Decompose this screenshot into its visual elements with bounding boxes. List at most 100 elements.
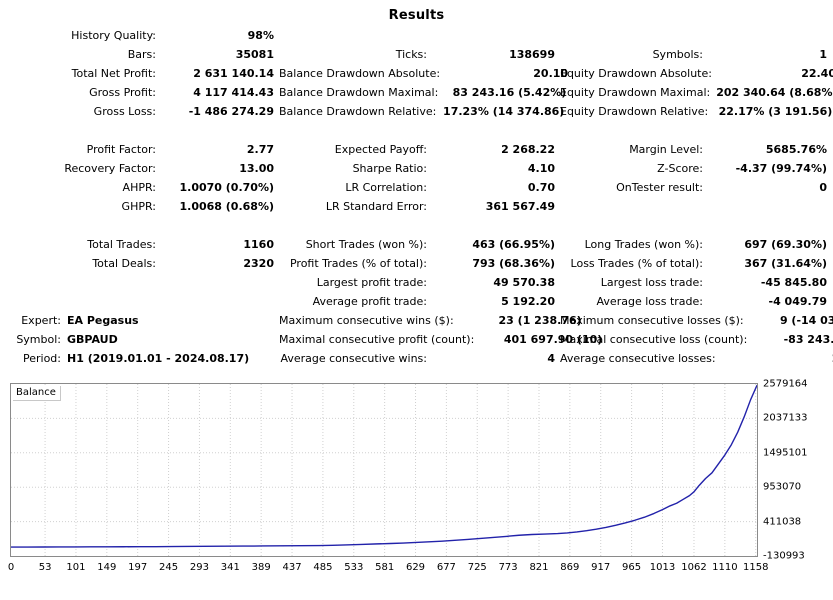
stat-cell: LR Standard Error: 361 567.49	[279, 200, 560, 213]
stat-row: Total Net Profit: 2 631 140.14 Balance D…	[0, 64, 833, 83]
stat-cell: Expected Payoff: 2 268.22	[279, 143, 560, 156]
chart-x-axis: 0 53 101 149 197 245 293 341 389 437 485 533 581 629 6…	[0, 562, 833, 578]
stat-cell: Balance Drawdown Maximal: 83 243.16 (5.4…	[279, 86, 566, 99]
stat-value: 697 (69.30%)	[744, 238, 827, 251]
stat-label: Balance Drawdown Relative:	[279, 105, 437, 118]
stat-cell: Recovery Factor: 13.00	[0, 162, 279, 175]
y-axis-tick-label: 1495101	[763, 447, 808, 459]
stat-value: 35081	[235, 48, 274, 61]
y-axis-tick-label: -130993	[763, 550, 805, 562]
stat-cell: Symbols: 1	[560, 48, 833, 61]
stat-label: Largest loss trade:	[600, 276, 703, 289]
stats-group-general: History Quality: 98% Bars: 35081 Ticks: …	[0, 26, 833, 121]
stats-group-trades: Total Trades: 1160 Short Trades (won %):…	[0, 235, 833, 311]
stat-label: Average consecutive wins:	[280, 352, 427, 365]
x-axis-tick-label: 725	[467, 562, 487, 573]
stat-label: LR Standard Error:	[325, 200, 427, 213]
stat-label: Maximum consecutive losses ($):	[560, 314, 744, 327]
stat-label: OnTester result:	[616, 181, 703, 194]
stat-value: 17.23% (14 374.86)	[443, 105, 565, 118]
stat-value: 367 (31.64%)	[744, 257, 827, 270]
stat-value: 2 631 140.14	[193, 67, 274, 80]
stat-label: Loss Trades (% of total):	[570, 257, 703, 270]
x-axis-tick-label: 197	[128, 562, 148, 573]
stat-value: 2 268.22	[501, 143, 555, 156]
expert-info-row: Expert: EA Pegasus	[0, 314, 279, 327]
stat-cell: Bars: 35081	[0, 48, 279, 61]
symbol-label: Symbol:	[16, 333, 61, 346]
stat-label: Average consecutive losses:	[560, 352, 716, 365]
stat-value: 138699	[509, 48, 555, 61]
stat-label: Total Trades:	[87, 238, 156, 251]
stat-cell: Average profit trade: 5 192.20	[279, 295, 560, 308]
stat-label: Maximum consecutive wins ($):	[279, 314, 454, 327]
stat-label: Average profit trade:	[312, 295, 427, 308]
stat-value: 83 243.16 (5.42%)	[452, 86, 567, 99]
stat-row: Total Trades: 1160 Short Trades (won %):…	[0, 235, 833, 254]
stat-row: Profit Factor: 2.77 Expected Payoff: 2 2…	[0, 140, 833, 159]
stats-group-ratios: Profit Factor: 2.77 Expected Payoff: 2 2…	[0, 140, 833, 216]
stat-cell: Margin Level: 5685.76%	[560, 143, 833, 156]
stat-row: Gross Profit: 4 117 414.43 Balance Drawd…	[0, 83, 833, 102]
stat-cell: Total Trades: 1160	[0, 238, 279, 251]
stat-value: 22.17% (3 191.56)	[718, 105, 833, 118]
balance-chart[interactable]: Balance	[10, 383, 758, 557]
y-axis-tick-label: 2037133	[763, 412, 808, 424]
stat-cell: Profit Factor: 2.77	[0, 143, 279, 156]
stat-cell: Total Net Profit: 2 631 140.14	[0, 67, 279, 80]
stat-row: GHPR: 1.0068 (0.68%) LR Standard Error: …	[0, 197, 833, 216]
symbol-info-row: Symbol: GBPAUD	[0, 333, 279, 346]
stat-value: 13.00	[239, 162, 274, 175]
stat-value: 20.10	[533, 67, 569, 80]
stat-cell: Largest profit trade: 49 570.38	[279, 276, 560, 289]
stat-value: 22.40	[801, 67, 833, 80]
y-axis-tick-label: 411038	[763, 516, 802, 528]
stat-value: -4.37 (99.74%)	[735, 162, 827, 175]
stat-cell: Balance Drawdown Absolute: 20.10	[279, 67, 568, 80]
x-axis-tick-label: 629	[405, 562, 426, 573]
stat-label: Profit Factor:	[86, 143, 156, 156]
stats-spacer	[0, 121, 833, 140]
x-axis-tick-label: 1110	[712, 562, 738, 573]
x-axis-tick-label: 965	[622, 562, 642, 573]
stat-row: Recovery Factor: 13.00 Sharpe Ratio: 4.1…	[0, 159, 833, 178]
stat-cell: Average consecutive wins: 4	[279, 352, 560, 365]
stat-value: 1.0070 (0.70%)	[179, 181, 275, 194]
stat-value: 4.10	[527, 162, 555, 175]
stat-value: -4 049.79	[768, 295, 828, 308]
stat-label: Sharpe Ratio:	[352, 162, 427, 175]
stat-value: 9 (-14 034.02)	[779, 314, 833, 327]
x-axis-tick-label: 581	[375, 562, 395, 573]
period-info-row: Period: H1 (2019.01.01 - 2024.08.17)	[0, 352, 279, 365]
stat-cell: Gross Profit: 4 117 414.43	[0, 86, 279, 99]
stat-value: -1 486 274.29	[188, 105, 274, 118]
stat-cell: Gross Loss: -1 486 274.29	[0, 105, 279, 118]
stat-cell: Z-Score: -4.37 (99.74%)	[560, 162, 833, 175]
stat-value: 2.77	[246, 143, 274, 156]
stat-label: Gross Loss:	[93, 105, 156, 118]
x-axis-tick-label: 293	[189, 562, 209, 573]
statistics-grid: History Quality: 98% Bars: 35081 Ticks: …	[0, 26, 833, 368]
x-axis-tick-label: 485	[313, 562, 333, 573]
stat-cell: History Quality: 98%	[0, 29, 279, 42]
stat-label: Equity Drawdown Absolute:	[560, 67, 712, 80]
y-axis-tick-label: 2579164	[763, 378, 808, 390]
stat-label: Balance Drawdown Maximal:	[279, 86, 439, 99]
x-axis-tick-label: 101	[66, 562, 86, 573]
stat-cell: Average consecutive losses: 2	[560, 352, 833, 365]
stat-value: 49 570.38	[493, 276, 555, 289]
stat-cell: Maximum consecutive losses ($): 9 (-14 0…	[560, 314, 833, 327]
stat-row: AHPR: 1.0070 (0.70%) LR Correlation: 0.7…	[0, 178, 833, 197]
stat-label: History Quality:	[71, 29, 156, 42]
stat-row: Expert: EA Pegasus Maximum consecutive w…	[0, 311, 833, 330]
stat-cell: Total Deals: 2320	[0, 257, 279, 270]
stats-spacer	[0, 216, 833, 235]
stats-group-expert-info: Expert: EA Pegasus Maximum consecutive w…	[0, 311, 833, 368]
stat-cell: Balance Drawdown Relative: 17.23% (14 37…	[279, 105, 564, 118]
stat-value: 1160	[243, 238, 274, 251]
stat-cell: Maximal consecutive loss (count): -83 24…	[560, 333, 833, 346]
period-value: H1 (2019.01.01 - 2024.08.17)	[67, 352, 250, 365]
x-axis-tick-label: 677	[436, 562, 456, 573]
stat-row: Bars: 35081 Ticks: 138699 Symbols: 1	[0, 45, 833, 64]
x-axis-tick-label: 437	[282, 562, 302, 573]
